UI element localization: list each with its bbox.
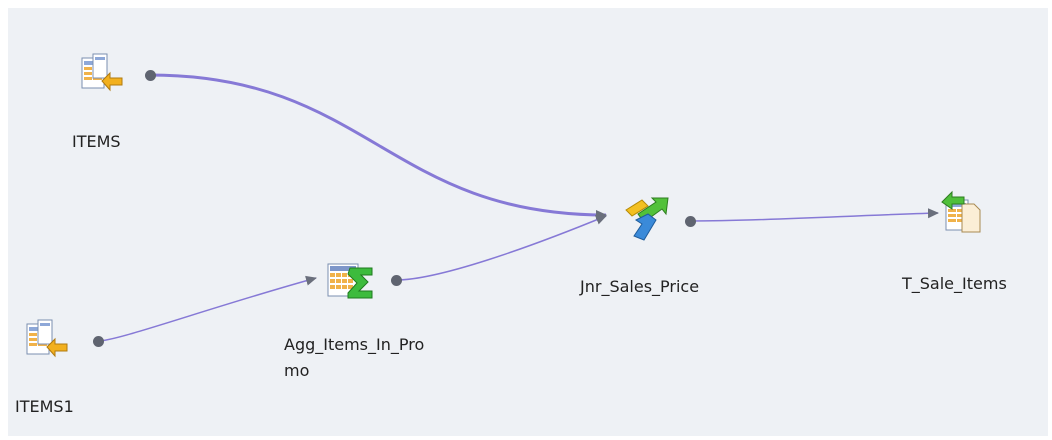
link-aggregator-to-joiner[interactable] bbox=[395, 215, 607, 281]
node-label: ITEMS1 bbox=[15, 397, 74, 416]
aggregator-icon bbox=[327, 263, 373, 299]
source-table-icon bbox=[26, 319, 68, 358]
output-port[interactable] bbox=[391, 275, 402, 286]
joiner-icon bbox=[625, 197, 669, 241]
mapping-canvas[interactable]: ITEMS ITEMS1 Agg_Items_In_Promo Jnr_Sale… bbox=[8, 8, 1048, 436]
node-label: ITEMS bbox=[72, 132, 121, 151]
output-port[interactable] bbox=[93, 336, 104, 347]
link-joiner-to-target[interactable] bbox=[689, 208, 939, 222]
target-table-icon bbox=[941, 190, 981, 233]
output-port[interactable] bbox=[685, 216, 696, 227]
mapping-links bbox=[97, 73, 939, 342]
node-label: Jnr_Sales_Price bbox=[580, 277, 700, 296]
node-label: T_Sale_Items bbox=[902, 274, 1007, 293]
source-table-icon bbox=[81, 53, 123, 92]
output-port[interactable] bbox=[145, 70, 156, 81]
node-label: Agg_Items_In_Promo bbox=[284, 335, 425, 380]
link-items-to-joiner[interactable] bbox=[149, 73, 607, 220]
